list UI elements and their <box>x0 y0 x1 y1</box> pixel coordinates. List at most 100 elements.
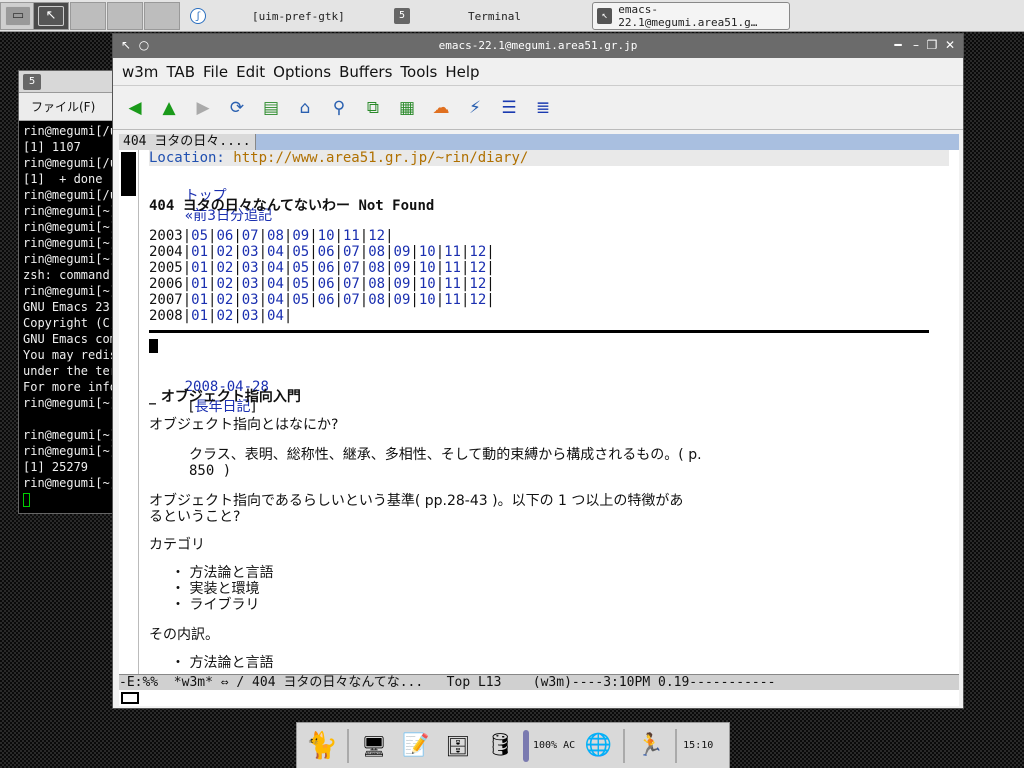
archive-month-link[interactable]: 04 <box>267 260 284 276</box>
w3m-buffer[interactable]: Location: http://www.area51.gr.jp/~rin/d… <box>119 150 959 674</box>
back-arrow-icon[interactable]: ◀ <box>123 96 147 120</box>
terminal-titlebar[interactable]: 5 <box>19 71 113 93</box>
list-icon[interactable]: ☰ <box>497 96 521 120</box>
archive-month-link[interactable]: 07 <box>343 244 360 260</box>
archive-month-link[interactable]: 04 <box>267 292 284 308</box>
menu-help[interactable]: Help <box>445 63 479 81</box>
archive-month-link[interactable]: 09 <box>394 260 411 276</box>
db-icon[interactable]: ≣ <box>531 96 555 120</box>
copy-icon[interactable]: ⧉ <box>361 96 385 120</box>
archive-month-link[interactable]: 01 <box>191 260 208 276</box>
menu-tools[interactable]: Tools <box>400 63 437 81</box>
archive-month-link[interactable]: 10 <box>318 228 335 244</box>
archive-month-link[interactable]: 12 <box>469 260 486 276</box>
archive-month-link[interactable]: 12 <box>368 228 385 244</box>
archive-month-link[interactable]: 09 <box>292 228 309 244</box>
storage-icon[interactable]: 🛢 <box>481 727 519 765</box>
archive-month-link[interactable]: 08 <box>368 292 385 308</box>
archive-month-link[interactable]: 10 <box>419 244 436 260</box>
archive-month-link[interactable]: 09 <box>394 292 411 308</box>
archive-month-link[interactable]: 01 <box>191 244 208 260</box>
archive-month-link[interactable]: 02 <box>216 292 233 308</box>
scrollbar[interactable] <box>119 150 139 674</box>
minibuffer[interactable] <box>119 690 959 706</box>
archive-month-link[interactable]: 11 <box>444 244 461 260</box>
archive-month-link[interactable]: 03 <box>242 276 259 292</box>
archive-month-link[interactable]: 06 <box>318 244 335 260</box>
archive-month-link[interactable]: 07 <box>343 292 360 308</box>
archive-month-link[interactable]: 06 <box>318 276 335 292</box>
clock[interactable]: 15:10 <box>683 740 713 751</box>
forward-arrow-icon[interactable]: ▶ <box>191 96 215 120</box>
terminal-window[interactable]: 5 ファイル(F) rin@megumi[/u [1] 1107 rin@megum… <box>18 70 114 514</box>
archive-month-link[interactable]: 02 <box>216 244 233 260</box>
menu-file[interactable]: File <box>203 63 228 81</box>
archive-month-link[interactable]: 02 <box>216 276 233 292</box>
editor-icon[interactable]: 📝 <box>397 727 435 765</box>
network-globe-icon[interactable]: 🌐 <box>579 727 617 765</box>
archive-month-link[interactable]: 03 <box>242 260 259 276</box>
archive-month-link[interactable]: 07 <box>242 228 259 244</box>
archive-month-link[interactable]: 08 <box>368 260 385 276</box>
archive-month-link[interactable]: 02 <box>216 260 233 276</box>
archive-month-link[interactable]: 03 <box>242 244 259 260</box>
task-terminal[interactable]: 5 Terminal <box>394 2 590 30</box>
archive-month-link[interactable]: 03 <box>242 308 259 324</box>
archive-month-link[interactable]: 11 <box>444 276 461 292</box>
workspace-2[interactable]: ↖ <box>33 2 69 30</box>
archive-month-link[interactable]: 10 <box>419 260 436 276</box>
archive-month-link[interactable]: 08 <box>267 228 284 244</box>
archive-month-link[interactable]: 05 <box>292 244 309 260</box>
archive-month-link[interactable]: 05 <box>292 292 309 308</box>
files-icon[interactable]: 🗄 <box>439 727 477 765</box>
archive-month-link[interactable]: 05 <box>292 276 309 292</box>
menu-tab[interactable]: TAB <box>166 63 195 81</box>
maximize-icon[interactable]: ❐ <box>925 38 939 52</box>
scrollbar-thumb[interactable] <box>121 152 136 196</box>
workspace-3[interactable] <box>70 2 106 30</box>
home-icon[interactable]: ⌂ <box>293 96 317 120</box>
archive-month-link[interactable]: 11 <box>343 228 360 244</box>
location-url[interactable]: http://www.area51.gr.jp/~rin/diary/ <box>233 150 528 166</box>
archive-month-link[interactable]: 04 <box>267 244 284 260</box>
antenna-icon[interactable]: ⚡ <box>463 96 487 120</box>
archive-month-link[interactable]: 01 <box>191 308 208 324</box>
archive-month-link[interactable]: 11 <box>444 260 461 276</box>
terminal-output[interactable]: rin@megumi[/u [1] 1107 rin@megumi[/u [1] + … <box>19 121 113 507</box>
archive-month-link[interactable]: 12 <box>469 244 486 260</box>
archive-month-link[interactable]: 01 <box>191 276 208 292</box>
archive-month-link[interactable]: 08 <box>368 244 385 260</box>
archive-month-link[interactable]: 07 <box>343 276 360 292</box>
menu-buffers[interactable]: Buffers <box>339 63 392 81</box>
task-emacs[interactable]: ↖ emacs-22.1@megumi.area51.g… <box>592 2 790 30</box>
archive-month-link[interactable]: 10 <box>419 276 436 292</box>
task-uim-pref[interactable]: ʃ [uim-pref-gtk] <box>190 2 390 30</box>
archive-month-link[interactable]: 12 <box>469 292 486 308</box>
workspace-5[interactable] <box>144 2 180 30</box>
archive-month-link[interactable]: 09 <box>394 244 411 260</box>
archive-month-link[interactable]: 09 <box>394 276 411 292</box>
cat-launcher-icon[interactable]: 🐈 <box>303 727 341 765</box>
bookmark-add-icon[interactable]: ▤ <box>259 96 283 120</box>
search-icon[interactable]: ⚲ <box>327 96 351 120</box>
archive-month-link[interactable]: 06 <box>216 228 233 244</box>
archive-month-link[interactable]: 04 <box>267 308 284 324</box>
archive-month-link[interactable]: 02 <box>216 308 233 324</box>
paste-icon[interactable]: ▦ <box>395 96 419 120</box>
emacs-titlebar[interactable]: ↖ ○ emacs-22.1@megumi.area51.gr.jp ━ – ❐… <box>113 34 963 58</box>
archive-month-link[interactable]: 01 <box>191 292 208 308</box>
archive-month-link[interactable]: 11 <box>444 292 461 308</box>
weather-icon[interactable]: ☁ <box>429 96 453 120</box>
reload-icon[interactable]: ⟳ <box>225 96 249 120</box>
archive-month-link[interactable]: 12 <box>469 276 486 292</box>
emacs-window[interactable]: ↖ ○ emacs-22.1@megumi.area51.gr.jp ━ – ❐… <box>112 33 964 709</box>
archive-month-link[interactable]: 07 <box>343 260 360 276</box>
archive-month-link[interactable]: 06 <box>318 260 335 276</box>
run-icon[interactable]: 🏃 <box>631 727 669 765</box>
close-icon[interactable]: ✕ <box>943 38 957 52</box>
archive-month-link[interactable]: 04 <box>267 276 284 292</box>
archive-month-link[interactable]: 06 <box>318 292 335 308</box>
menu-file[interactable]: ファイル(F) <box>31 98 95 115</box>
shade-icon[interactable]: ━ <box>891 38 905 52</box>
archive-month-link[interactable]: 10 <box>419 292 436 308</box>
